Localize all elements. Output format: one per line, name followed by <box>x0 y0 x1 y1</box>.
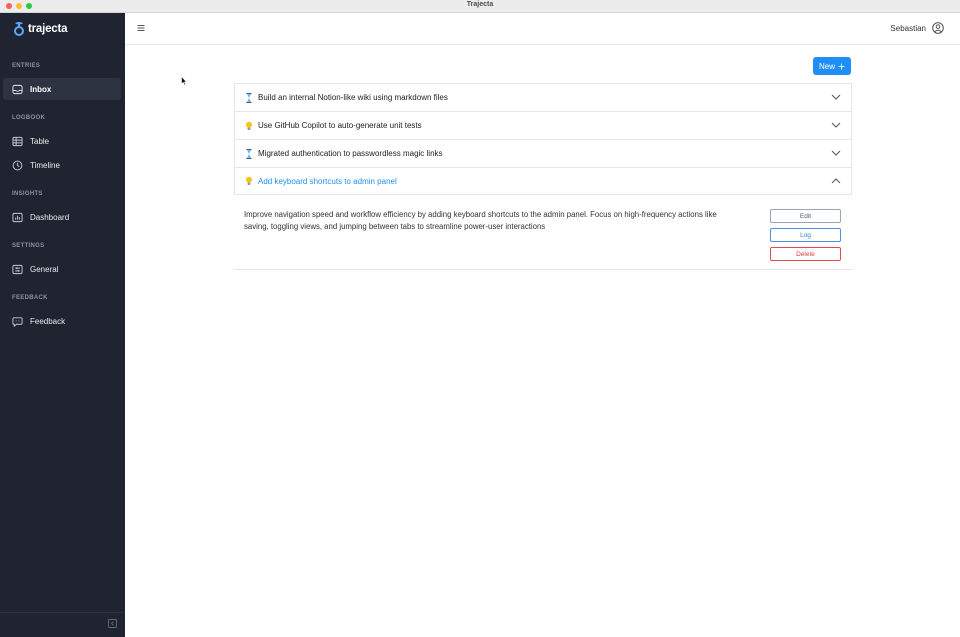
dashboard-icon <box>12 212 23 222</box>
hourglass-icon <box>246 148 252 159</box>
inbox-icon <box>12 84 23 94</box>
sidebar-item-label: Feedback <box>30 316 66 326</box>
section-label-settings: SETTINGS <box>12 243 45 249</box>
entry-row[interactable]: Build an internal Notion-like wiki using… <box>234 83 852 111</box>
settings-icon <box>12 264 23 274</box>
entry-title: Use GitHub Copilot to auto-generate unit… <box>258 121 422 130</box>
sidebar-divider <box>0 612 125 613</box>
sidebar-item-dashboard[interactable]: Dashboard <box>3 206 121 228</box>
mouse-cursor-icon <box>181 76 187 86</box>
sidebar-item-feedback[interactable]: Feedback <box>3 310 121 332</box>
entry-row-expanded[interactable]: Add keyboard shortcuts to admin panel <box>234 167 852 195</box>
section-label-insights: INSIGHTS <box>12 191 43 197</box>
collapse-sidebar-icon[interactable] <box>108 619 117 628</box>
new-entry-button[interactable]: New <box>813 57 851 75</box>
sidebar-item-label: Table <box>30 136 50 146</box>
hourglass-icon <box>246 92 252 103</box>
sidebar-item-inbox[interactable]: Inbox <box>3 78 121 100</box>
sidebar-item-label: Timeline <box>30 160 60 170</box>
edit-button[interactable]: Edit <box>770 209 841 223</box>
trajecta-logo-icon <box>14 22 24 36</box>
log-button[interactable]: Log <box>770 228 841 242</box>
chevron-down-icon[interactable] <box>831 93 841 101</box>
app-logo[interactable]: trajecta <box>12 21 68 37</box>
menu-icon[interactable] <box>136 23 146 33</box>
entry-row[interactable]: Use GitHub Copilot to auto-generate unit… <box>234 111 852 139</box>
entry-list: Build an internal Notion-like wiki using… <box>234 83 852 195</box>
section-label-entries: ENTRIES <box>12 63 41 69</box>
sidebar-item-label: Inbox <box>30 84 52 94</box>
sidebar-item-label: General <box>30 264 59 274</box>
entry-title: Migrated authentication to passwordless … <box>258 149 443 158</box>
feedback-icon <box>12 316 23 327</box>
sidebar-item-timeline[interactable]: Timeline <box>3 154 121 176</box>
user-name[interactable]: Sebastian <box>890 24 926 33</box>
top-header: Sebastian <box>125 13 960 45</box>
plus-icon <box>838 62 845 70</box>
sidebar: trajecta ENTRIES Inbox LOGBOOK Table Tim… <box>0 13 125 637</box>
chevron-down-icon[interactable] <box>831 121 841 129</box>
new-entry-label: New <box>818 61 835 71</box>
section-label-logbook: LOGBOOK <box>12 115 46 121</box>
entry-title: Add keyboard shortcuts to admin panel <box>258 176 397 186</box>
sidebar-item-label: Dashboard <box>30 212 70 222</box>
entry-detail-panel: Improve navigation speed and workflow ef… <box>234 200 852 270</box>
entry-title: Build an internal Notion-like wiki using… <box>258 93 448 102</box>
entry-description: Improve navigation speed and workflow ef… <box>244 210 717 231</box>
lightbulb-icon <box>246 121 252 130</box>
user-avatar-icon[interactable] <box>932 22 944 34</box>
sidebar-item-general[interactable]: General <box>3 258 121 280</box>
delete-button[interactable]: Delete <box>770 247 841 261</box>
lightbulb-icon <box>246 176 252 185</box>
window-title: Trajecta <box>466 1 494 8</box>
entry-row[interactable]: Migrated authentication to passwordless … <box>234 139 852 167</box>
sidebar-item-table[interactable]: Table <box>3 130 121 152</box>
clock-icon <box>12 160 23 170</box>
app-name: trajecta <box>28 23 68 35</box>
chevron-up-icon[interactable] <box>831 177 841 185</box>
window-titlebar: Trajecta <box>0 0 960 13</box>
table-icon <box>12 136 23 146</box>
chevron-down-icon[interactable] <box>831 149 841 157</box>
section-label-feedback: FEEDBACK <box>12 295 48 301</box>
